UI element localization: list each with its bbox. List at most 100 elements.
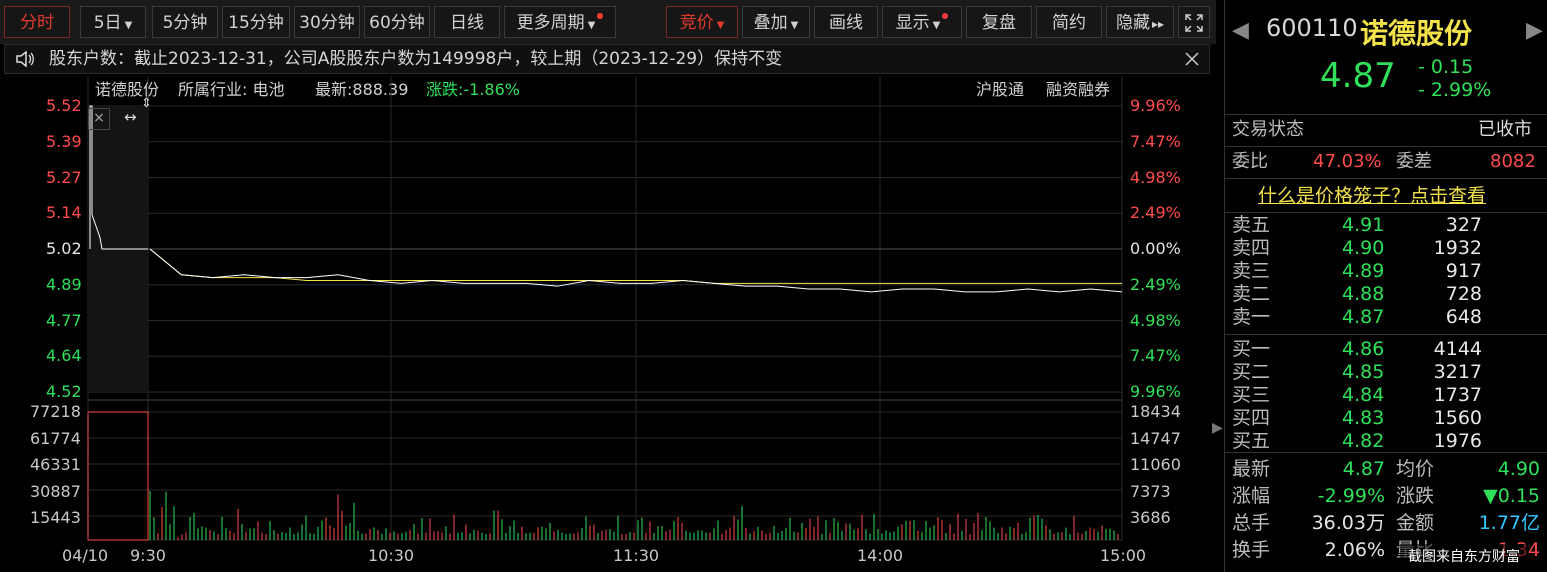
stat-item: 4.90 (1497, 458, 1540, 480)
level-label: 卖四 (1232, 237, 1271, 259)
level-volume: 4144 (1433, 338, 1482, 360)
level-label: 买三 (1232, 384, 1271, 406)
price-tick: 4.52 (46, 382, 82, 401)
price-tick: 4.64 (46, 346, 82, 366)
panel-collapse-icon[interactable]: ▶ (1212, 420, 1223, 436)
level-label: 买二 (1232, 361, 1271, 383)
volume-tick: 46331 (30, 455, 81, 474)
level-price: 4.82 (1342, 430, 1385, 452)
price-tick: 5.39 (46, 131, 82, 151)
level-label: 卖二 (1232, 283, 1271, 305)
sell-row[interactable]: 卖一 4.87 648 (1232, 306, 1532, 329)
sort-arrows-icon: ⇕ (141, 96, 152, 111)
level-volume: 1737 (1433, 384, 1482, 406)
sell-row[interactable]: 卖四 4.90 1932 (1232, 237, 1532, 260)
level-price: 4.91 (1342, 214, 1385, 236)
stat-item: 均价 (1396, 458, 1435, 480)
level-label: 卖五 (1232, 214, 1271, 236)
buy-row[interactable]: 买二 4.85 3217 (1232, 361, 1532, 384)
panel-divider (1224, 0, 1225, 572)
weicha-label: 委差 (1396, 151, 1432, 172)
buy-row[interactable]: 买四 4.83 1560 (1232, 407, 1532, 430)
stock-code: 600110 (1266, 14, 1358, 42)
level-label: 卖三 (1232, 260, 1271, 282)
level-price: 4.85 (1342, 361, 1385, 383)
time-tick: 14:00 (857, 546, 904, 565)
level-price: 4.84 (1342, 384, 1385, 406)
pct-tick: 9.96% (1130, 382, 1181, 401)
price-tick: 4.89 (46, 274, 82, 294)
volume-tick: 61774 (30, 428, 81, 448)
divider (1224, 178, 1547, 179)
pct-tick: 7.47% (1130, 346, 1181, 366)
stat-item: 4.87 (1342, 458, 1385, 480)
price-tick: 5.52 (46, 96, 82, 115)
level-label: 买四 (1232, 407, 1271, 429)
level-label: 卖一 (1232, 306, 1271, 328)
volume-tick: 15443 (30, 508, 81, 527)
level-price: 4.86 (1342, 338, 1385, 360)
stat-item: 36.03万 (1311, 512, 1385, 534)
level-price: 4.89 (1342, 260, 1385, 282)
stat-item: 最新 (1232, 458, 1271, 480)
level-volume: 3217 (1433, 361, 1482, 383)
level-price: 4.87 (1342, 306, 1385, 328)
pct-tick: 7.47% (1130, 131, 1181, 151)
level-volume: 327 (1445, 214, 1482, 236)
buy-row[interactable]: 买三 4.84 1737 (1232, 384, 1532, 407)
stock-name: 诺德股份 (1360, 17, 1473, 50)
auction-volume-box (87, 411, 149, 541)
status-label: 交易状态 (1232, 119, 1304, 140)
volume-tick: 77218 (30, 402, 81, 421)
stat-item: ▼0.15 (1483, 485, 1540, 507)
stat-item: 2.06% (1324, 539, 1385, 561)
sell-row[interactable]: 卖二 4.88 728 (1232, 283, 1532, 306)
watermark: 截图来自东方财富 (1400, 544, 1528, 568)
pct-tick: 0.00% (1130, 239, 1181, 258)
level-label: 买五 (1232, 430, 1271, 452)
volume-tick: 14747 (1130, 428, 1181, 448)
volume-tick: 3686 (1130, 508, 1171, 527)
level-price: 4.88 (1342, 283, 1385, 305)
time-tick: 11:30 (613, 546, 660, 565)
divider (1224, 146, 1547, 147)
level-price: 4.90 (1342, 237, 1385, 259)
price-tick: 4.77 (46, 310, 82, 330)
time-tick: 10:30 (368, 546, 415, 565)
level-volume: 648 (1445, 306, 1482, 328)
last-price: 4.87 (1320, 56, 1396, 96)
stat-item: 金额 (1396, 512, 1435, 534)
buy-row[interactable]: 买一 4.86 4144 (1232, 338, 1532, 361)
sell-row[interactable]: 卖五 4.91 327 (1232, 214, 1532, 237)
price-cage-link[interactable]: 什么是价格笼子？点击查看 (1258, 185, 1486, 207)
close-cursor-icon[interactable]: × (88, 108, 110, 130)
prev-stock-icon[interactable]: ◀ (1232, 18, 1249, 43)
stat-item: 换手 (1232, 539, 1271, 561)
level-volume: 1976 (1433, 430, 1482, 452)
pct-tick: 2.49% (1130, 203, 1181, 223)
stat-item: 总手 (1232, 512, 1271, 534)
price-change: - 0.15 (1418, 56, 1474, 78)
time-tick: 04/10 (62, 546, 109, 565)
weibi-value: 47.03% (1313, 151, 1382, 172)
stat-item: 1.77亿 (1478, 512, 1540, 534)
volume-tick: 18434 (1130, 402, 1181, 421)
pct-tick: 4.98% (1130, 167, 1181, 187)
level-volume: 1932 (1433, 237, 1482, 259)
status-value: 已收市 (1478, 119, 1532, 140)
next-stock-icon[interactable]: ▶ (1526, 18, 1543, 43)
divider (1224, 212, 1547, 213)
price-tick: 5.14 (46, 203, 82, 223)
price-tick: 5.27 (46, 167, 82, 187)
stat-item: 涨跌 (1396, 485, 1435, 507)
divider (1224, 114, 1547, 115)
time-tick: 9:30 (130, 546, 166, 565)
buy-row[interactable]: 买五 4.82 1976 (1232, 430, 1532, 453)
pct-tick: 9.96% (1130, 96, 1181, 115)
time-tick: 15:00 (1100, 546, 1147, 565)
divider (1224, 334, 1547, 335)
sell-row[interactable]: 卖三 4.89 917 (1232, 260, 1532, 283)
intraday-chart[interactable] (0, 0, 1216, 572)
volume-tick: 30887 (30, 481, 81, 501)
weicha-value: 8082 (1490, 151, 1536, 172)
